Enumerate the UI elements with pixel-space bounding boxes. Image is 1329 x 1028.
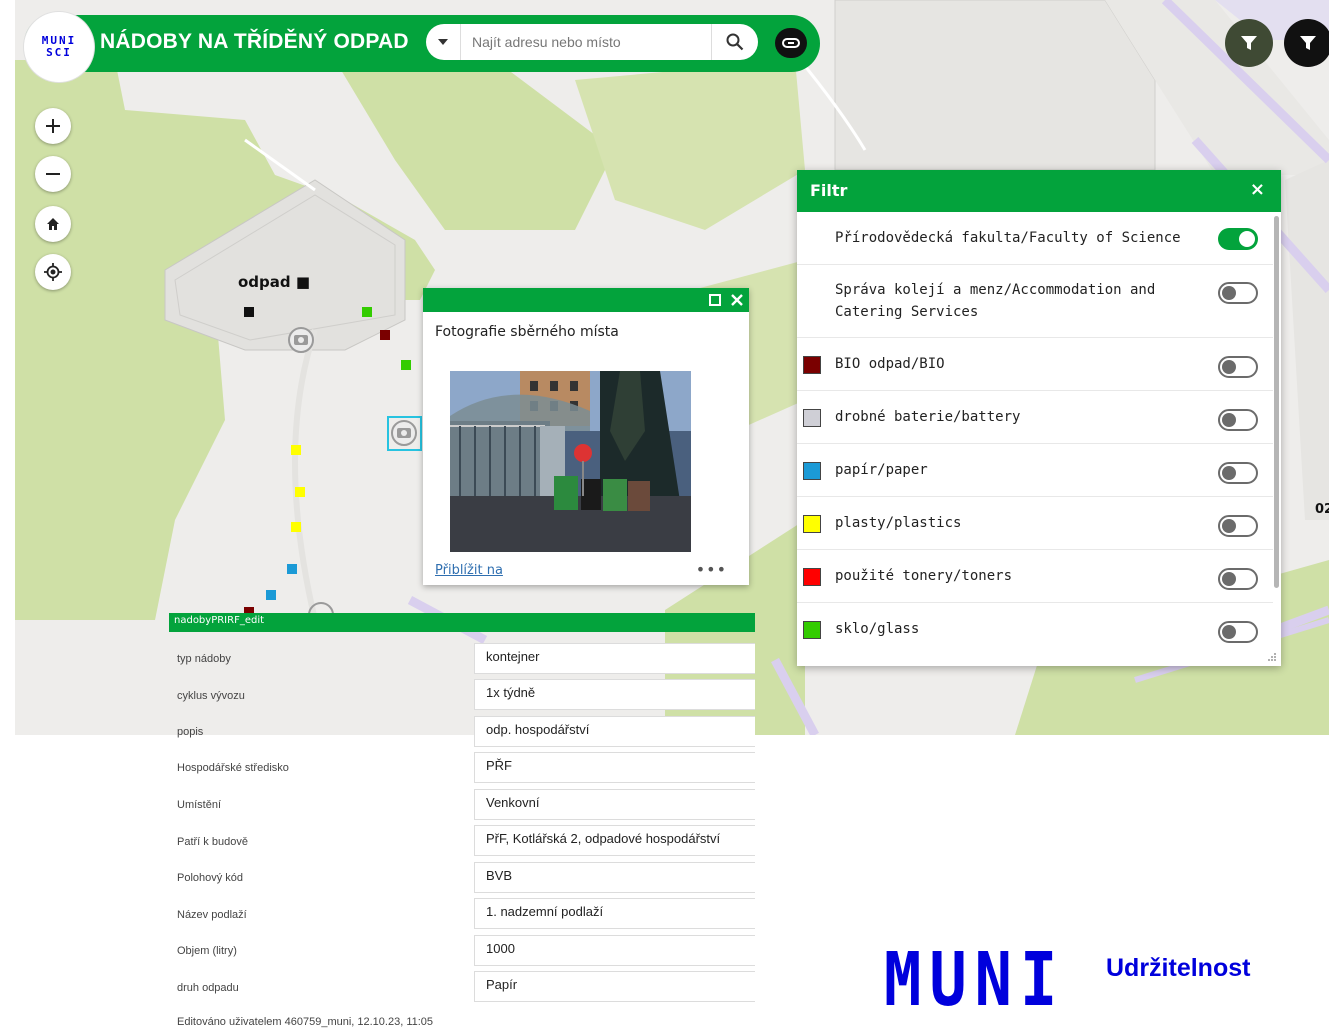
filter-icon bbox=[1300, 36, 1316, 50]
filter-title: Filtr bbox=[810, 181, 848, 200]
attr-value: PŘF bbox=[474, 752, 755, 783]
caret-down-icon bbox=[438, 39, 448, 45]
attr-label: typ nádoby bbox=[177, 653, 231, 665]
filter-label: Přírodovědecká fakulta/Faculty of Scienc… bbox=[835, 230, 1181, 246]
attr-label: druh odpadu bbox=[177, 982, 239, 994]
attr-value: PřF, Kotlářská 2, odpadové hospodářství bbox=[474, 825, 755, 856]
filter-button-1[interactable] bbox=[1225, 19, 1273, 67]
attr-label: Umístění bbox=[177, 799, 222, 811]
app-title: NÁDOBY NA TŘÍDĚNÝ ODPAD bbox=[100, 30, 409, 53]
color-swatch bbox=[803, 462, 821, 480]
filter-toggle[interactable] bbox=[1218, 356, 1258, 378]
share-link-button[interactable] bbox=[775, 28, 807, 58]
collection-point-photo[interactable] bbox=[450, 371, 691, 552]
map-edge-label: 02 bbox=[1315, 502, 1329, 517]
locate-icon bbox=[44, 263, 62, 281]
color-swatch bbox=[803, 356, 821, 374]
filter-toggle[interactable] bbox=[1218, 515, 1258, 537]
maximize-icon[interactable] bbox=[709, 294, 721, 306]
filter-row: drobné baterie/battery bbox=[797, 391, 1273, 444]
filter-label: Správa kolejí a menz/Accommodation and C… bbox=[835, 282, 1156, 320]
udrzitelnost-label: Udržitelnost bbox=[1106, 954, 1251, 982]
attr-label: Patří k budově bbox=[177, 836, 248, 848]
color-swatch bbox=[803, 515, 821, 533]
filter-panel: Filtr × Přírodovědecká fakulta/Faculty o… bbox=[797, 170, 1281, 666]
more-options-icon[interactable]: ••• bbox=[696, 560, 727, 579]
filter-label: BIO odpad/BIO bbox=[835, 356, 945, 372]
attr-value: Papír bbox=[474, 971, 755, 1002]
filter-header: Filtr × bbox=[797, 170, 1281, 212]
attr-value: 1x týdně bbox=[474, 679, 755, 710]
attribute-header: nadobyPRIRF_edit bbox=[169, 613, 755, 632]
attr-value: BVB bbox=[474, 862, 755, 893]
photo-image bbox=[450, 371, 691, 552]
filter-label: sklo/glass bbox=[835, 621, 920, 637]
filter-toggle[interactable] bbox=[1218, 568, 1258, 590]
filter-row: BIO odpad/BIO bbox=[797, 338, 1273, 391]
search-source-dropdown[interactable] bbox=[426, 24, 461, 60]
zoom-out-button[interactable] bbox=[35, 156, 71, 192]
color-swatch bbox=[803, 409, 821, 427]
muni-logo: MUNI bbox=[884, 935, 1066, 1024]
filter-row: použité tonery/toners bbox=[797, 550, 1273, 603]
attr-value: kontejner bbox=[474, 643, 755, 674]
attr-value: Venkovní bbox=[474, 789, 755, 820]
popup-header bbox=[423, 288, 749, 312]
filter-label: použité tonery/toners bbox=[835, 568, 1013, 584]
search-icon bbox=[726, 33, 744, 51]
filter-icon bbox=[1241, 36, 1257, 50]
logo-line2: SCI bbox=[46, 46, 72, 59]
filter-row: Přírodovědecká fakulta/Faculty of Scienc… bbox=[797, 212, 1273, 265]
home-button[interactable] bbox=[35, 206, 71, 242]
attr-label: Polohový kód bbox=[177, 872, 244, 884]
link-icon bbox=[782, 38, 800, 48]
search-input[interactable] bbox=[470, 30, 714, 54]
locate-button[interactable] bbox=[35, 254, 71, 290]
filter-toggle[interactable] bbox=[1218, 228, 1258, 250]
attr-value: 1. nadzemní podlaží bbox=[474, 898, 755, 929]
filter-row: sklo/glass bbox=[797, 603, 1273, 655]
color-swatch bbox=[803, 621, 821, 639]
filter-label: drobné baterie/battery bbox=[835, 409, 1021, 425]
feature-popup: Fotografie sběrného místa Přiblížit na •… bbox=[423, 288, 749, 585]
attr-value: 1000 bbox=[474, 935, 755, 966]
filter-button-2[interactable] bbox=[1284, 19, 1329, 67]
zoom-in-button[interactable] bbox=[35, 108, 71, 144]
filter-label: plasty/plastics bbox=[835, 515, 962, 531]
layer-name: nadobyPRIRF_edit bbox=[174, 615, 265, 626]
resize-handle-icon[interactable] bbox=[1267, 652, 1277, 662]
minus-icon bbox=[46, 173, 60, 175]
close-icon[interactable] bbox=[731, 294, 743, 306]
zoom-to-link[interactable]: Přiblížit na bbox=[435, 563, 503, 578]
edited-info: Editováno uživatelem 460759_muni, 12.10.… bbox=[177, 1016, 434, 1028]
search-bar bbox=[426, 24, 758, 60]
camera-marker-icon bbox=[288, 327, 314, 353]
plus-icon bbox=[46, 119, 60, 133]
filter-toggle[interactable] bbox=[1218, 409, 1258, 431]
muni-sci-logo: MUNI SCI bbox=[24, 12, 94, 82]
color-swatch bbox=[803, 568, 821, 586]
filter-row: Správa kolejí a menz/Accommodation and C… bbox=[797, 265, 1273, 338]
attr-label: Objem (litry) bbox=[177, 945, 237, 957]
attr-value: odp. hospodářství bbox=[474, 716, 755, 747]
attr-label: Hospodářské středisko bbox=[177, 762, 289, 774]
home-icon bbox=[47, 218, 59, 230]
filter-scrollbar[interactable] bbox=[1274, 216, 1279, 588]
filter-toggle[interactable] bbox=[1218, 282, 1258, 304]
filter-row: plasty/plastics bbox=[797, 497, 1273, 550]
attr-label: cyklus vývozu bbox=[177, 690, 245, 702]
close-icon[interactable]: × bbox=[1250, 179, 1265, 200]
map-label: odpad ■ bbox=[238, 273, 311, 291]
attr-label: Název podlaží bbox=[177, 909, 247, 921]
search-button[interactable] bbox=[711, 24, 758, 60]
popup-title: Fotografie sběrného místa bbox=[435, 324, 619, 340]
filter-toggle[interactable] bbox=[1218, 621, 1258, 643]
attr-label: popis bbox=[177, 726, 204, 738]
filter-toggle[interactable] bbox=[1218, 462, 1258, 484]
filter-row: papír/paper bbox=[797, 444, 1273, 497]
filter-label: papír/paper bbox=[835, 462, 928, 478]
